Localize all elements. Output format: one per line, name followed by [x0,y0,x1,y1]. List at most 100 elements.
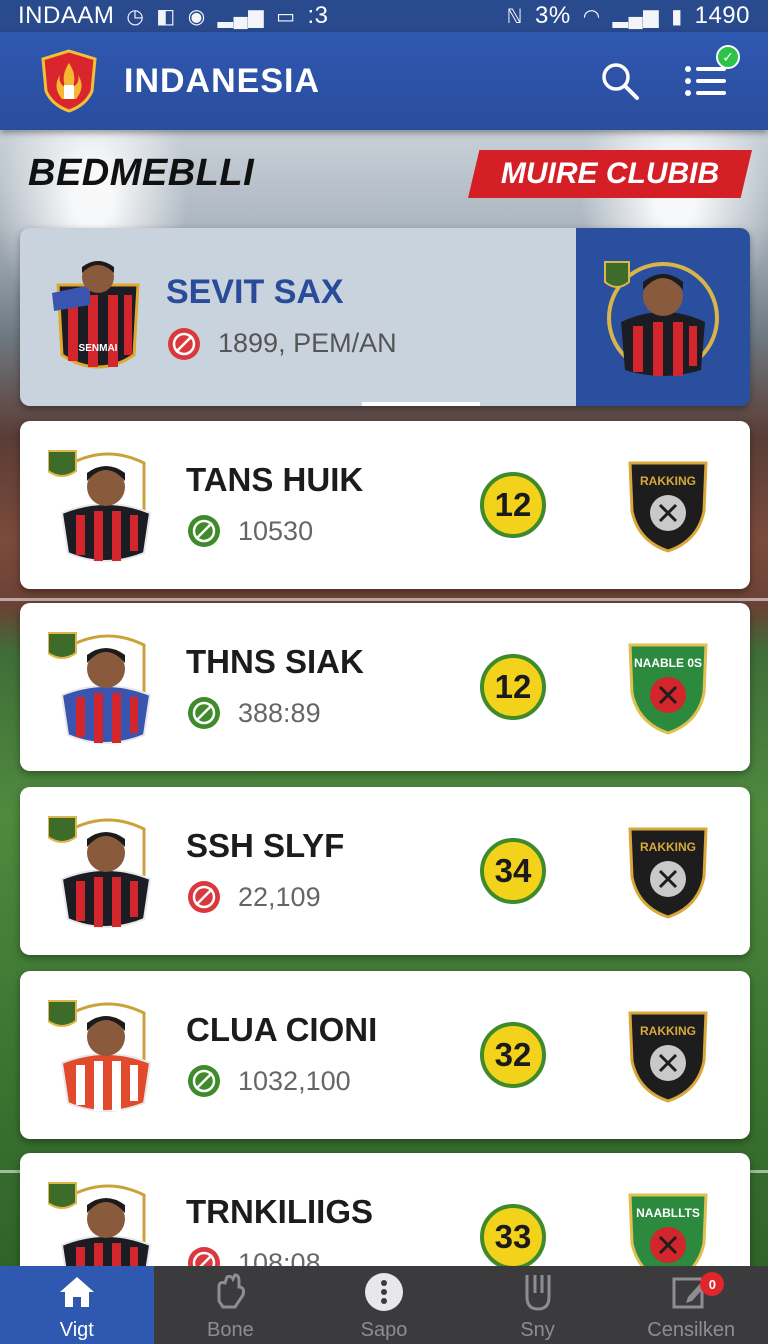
featured-detail: 1899, PEM/AN [166,326,397,362]
player-avatar-icon [47,1000,152,1112]
player-info: CLUA CIONI 1032,100 [186,1011,456,1099]
more-dots-icon [364,1273,403,1311]
search-button[interactable] [598,59,642,103]
nav-sapo[interactable]: Sapo [307,1266,461,1344]
player-avatar-icon [47,450,152,562]
header-actions: ✓ [598,45,740,103]
search-icon [602,63,639,100]
nav-home[interactable]: Vigt [0,1266,154,1344]
player-portrait-icon [604,261,719,376]
crest-text: RAKKING [640,1024,696,1038]
featured-player-name: SEVIT SAX [166,272,344,311]
player-stat-value: 10530 [238,515,314,546]
featured-main: SENMAI SEVIT SAX 1899, PEM/AN [20,228,576,406]
player-avatar [47,807,164,935]
player-avatar [47,991,164,1119]
nav-bone-label: Bone [207,1319,254,1341]
section-title: BEDMEBLLI [28,152,255,194]
location-icon: ◉ [187,5,206,28]
battery-percent: 3% [535,2,571,29]
nav-sny[interactable]: Sny [461,1266,615,1344]
player-name: TANS HUIK [186,461,364,498]
nav-censilken[interactable]: 0 Censilken [614,1266,768,1344]
whistle-icon [188,881,220,913]
menu-button[interactable]: ✓ [684,45,740,103]
rank-badge: 34 [480,838,546,904]
app-title: INDANESIA [124,61,321,100]
player-avatar [47,623,164,751]
player-name: SSH SLYF [186,827,345,864]
featured-player-card[interactable]: SENMAI SEVIT SAX 1899, PEM/AN [20,228,750,406]
player-stat-value: 22,109 [238,881,321,912]
player-name: CLUA CIONI [186,1011,378,1048]
player-avatar-icon [47,816,152,928]
app-notification-icon: ◧ [156,5,176,28]
cell-signal-icon: ▂▄▆ [612,5,660,28]
featured-info: SEVIT SAX 1899, PEM/AN [166,273,397,362]
boot-icon [188,1065,220,1097]
rank-badge: 33 [480,1204,546,1270]
status-extra: :3 [307,2,329,29]
nav-home-label: Vigt [59,1319,94,1341]
player-info: SSH SLYF 22,109 [186,827,456,915]
player-stat-value: 388:89 [238,697,321,728]
check-badge-icon: ✓ [716,45,740,69]
player-row[interactable]: SSH SLYF 22,109 34 RAKKING [20,787,750,955]
battery-icon: ▮ [671,5,683,28]
message-icon: ▭ [276,5,296,28]
pitch-line [0,598,768,601]
club-logo-icon [41,49,97,113]
rank-badge: 32 [480,1022,546,1088]
player-row[interactable]: CLUA CIONI 1032,100 32 RAKKING [20,971,750,1139]
featured-indicator [362,402,480,406]
boot-icon [188,515,220,547]
player-avatar-icon [47,632,152,744]
nav-sny-label: Sny [520,1319,555,1341]
alarm-icon: ◷ [126,5,145,28]
player-info: TANS HUIK 10530 [186,461,456,549]
hand-raise-icon [525,1275,551,1311]
rank-badge: 12 [480,654,546,720]
player-stat: 22,109 [186,879,456,915]
player-stat: 1032,100 [186,1063,456,1099]
player-name: THNS SIAK [186,643,364,680]
status-bar: INDAAM ◷ ◧ ◉ ▂▄▆ ▭ :3 ℕ 3% ◠ ▂▄▆ ▮ 1490 [0,0,768,32]
player-row[interactable]: TANS HUIK 10530 12 RAKKING [20,421,750,589]
wifi-icon: ◠ [582,5,601,28]
clock: 1490 [694,2,750,29]
player-avatar-icon: SENMAI [52,261,140,369]
player-name: TRNKILIIGS [186,1193,373,1230]
boot-icon [188,697,220,729]
player-stat: 388:89 [186,695,456,731]
whistle-icon [168,327,200,360]
home-icon [59,1277,94,1307]
featured-detail-text: 1899, PEM/AN [218,328,397,358]
player-stat: 10530 [186,513,456,549]
jersey-text: SENMAI [79,343,118,354]
notification-badge: 0 [700,1272,725,1296]
player-stat-value: 1032,100 [238,1065,351,1096]
list-menu-icon [685,66,726,96]
rank-badge: 12 [480,472,546,538]
nav-bone[interactable]: Bone [154,1266,308,1344]
club-crest-icon: RAKKING [628,1011,708,1103]
more-club-button[interactable]: MUIRE CLUBIB [468,150,752,198]
crest-text: NAABLLTS [636,1206,700,1220]
crest-text: RAKKING [640,840,696,854]
carrier-label: INDAAM [18,2,115,29]
player-info: THNS SIAK 388:89 [186,643,456,731]
nav-censilken-label: Censilken [647,1319,736,1341]
status-right: ℕ 3% ◠ ▂▄▆ ▮ 1490 [507,2,751,30]
featured-avatar-panel [576,228,750,406]
club-crest-icon: RAKKING [628,827,708,919]
signal-icon: ▂▄▆ [217,5,265,28]
player-avatar [47,441,164,569]
status-left: INDAAM ◷ ◧ ◉ ▂▄▆ ▭ :3 [18,2,329,30]
bottom-navigation: Vigt Bone Sapo Sny 0 Censilken [0,1266,768,1344]
nfc-icon: ℕ [506,5,524,28]
player-row[interactable]: THNS SIAK 388:89 12 NAABLE 0S [20,603,750,771]
hand-icon [217,1273,246,1309]
nav-sapo-label: Sapo [360,1319,408,1341]
crest-text: NAABLE 0S [634,656,702,670]
app-header: INDANESIA ✓ [0,32,768,130]
